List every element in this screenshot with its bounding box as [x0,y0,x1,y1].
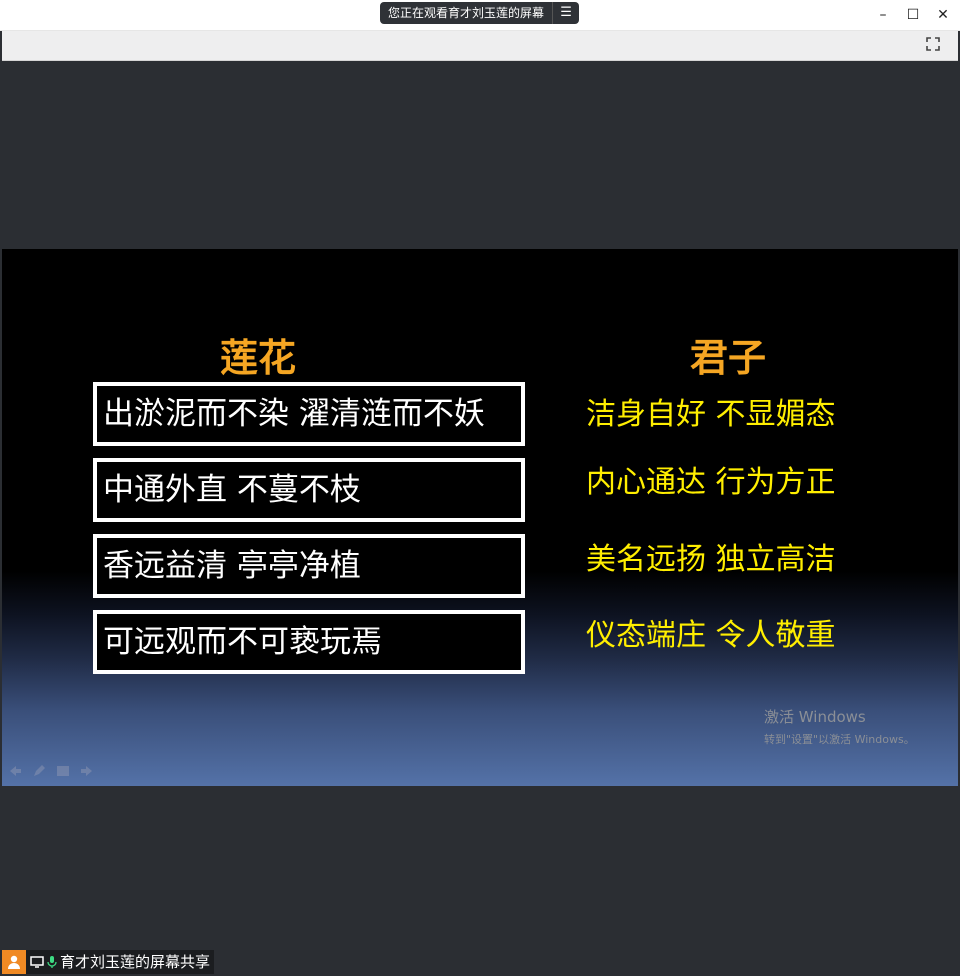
right-item: 仪态端庄 令人敬重 [586,618,836,653]
share-status-pill[interactable]: 您正在观看育才刘玉莲的屏幕 ☰ [380,2,580,24]
watermark-subtitle: 转到"设置"以激活 Windows。 [764,733,915,746]
left-heading: 莲花 [220,336,297,380]
pen-icon[interactable] [32,764,46,778]
watermark-title: 激活 Windows [764,708,866,726]
left-item-box: 可远观而不可亵玩焉 [93,610,525,674]
maximize-button[interactable]: ☐ [898,0,928,30]
right-item: 内心通达 行为方正 [586,465,836,500]
right-item: 洁身自好 不显媚态 [586,397,836,432]
viewer-toolbar [2,31,958,61]
fullscreen-icon[interactable] [926,37,940,51]
minimize-button[interactable]: – [868,0,898,30]
windows-activation-watermark: 激活 Windows 转到"设置"以激活 Windows。 [764,706,915,747]
menu-icon[interactable]: ☰ [553,2,579,24]
presenter-label: 育才刘玉莲的屏幕共享 [60,953,211,971]
close-button[interactable]: ✕ [928,0,958,30]
presenter-label-container: 育才刘玉莲的屏幕共享 [26,950,215,974]
user-icon [8,955,20,969]
microphone-icon [47,956,57,968]
presenter-bar: 育才刘玉莲的屏幕共享 [2,950,215,974]
left-item-box: 香远益清 亭亭净植 [93,534,525,598]
right-heading: 君子 [690,336,767,380]
previous-slide-icon[interactable] [8,764,22,778]
left-item-box: 中通外直 不蔓不枝 [93,458,525,522]
right-item: 美名远扬 独立高洁 [586,542,836,577]
slide-menu-icon[interactable] [56,764,70,778]
left-item-box: 出淤泥而不染 濯清涟而不妖 [93,382,525,446]
next-slide-icon[interactable] [80,764,94,778]
title-bar: 您正在观看育才刘玉莲的屏幕 ☰ – ☐ ✕ [0,0,960,31]
screen-share-icon [30,956,44,968]
share-title: 您正在观看育才刘玉莲的屏幕 [388,6,545,20]
avatar[interactable] [2,950,26,974]
